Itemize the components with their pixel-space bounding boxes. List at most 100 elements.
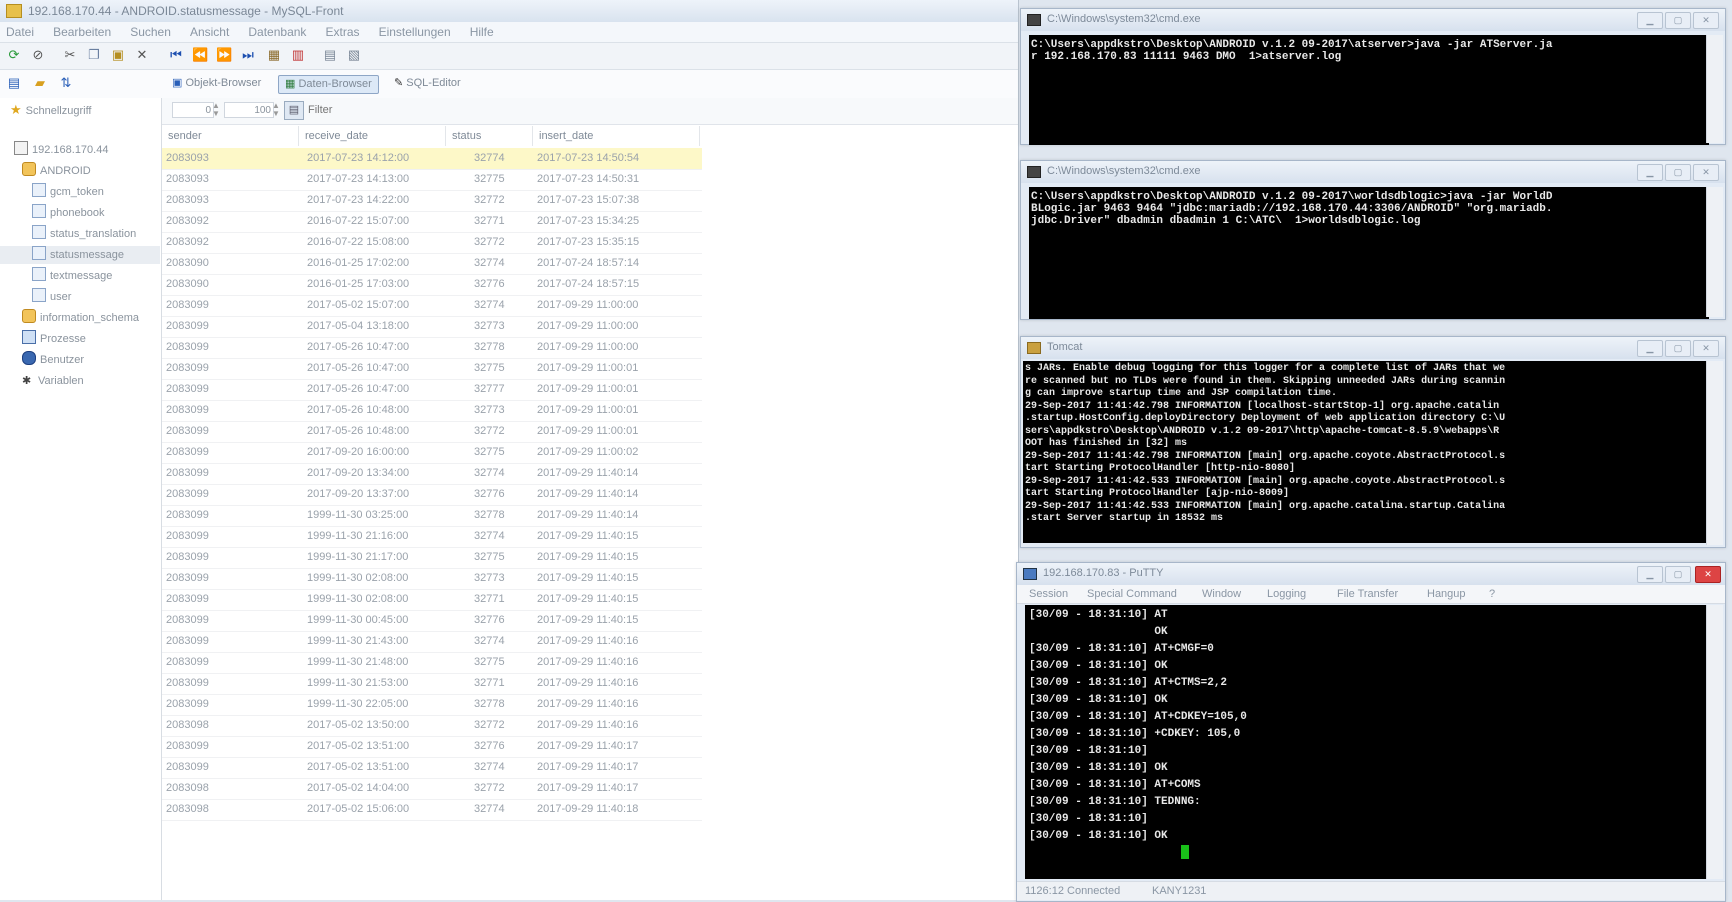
cell-insert-date[interactable]: 2017-09-29 11:40:16 [537, 673, 638, 694]
cell-sender[interactable]: 2083099 [166, 337, 209, 358]
menu-datenbank[interactable]: Datenbank [248, 25, 306, 39]
cell-receive-date[interactable]: 2017-07-23 14:13:00 [307, 169, 409, 190]
scrollbar[interactable] [1706, 187, 1723, 317]
insert-record-icon[interactable]: ▦ [266, 47, 282, 63]
cell-insert-date[interactable]: 2017-09-29 11:40:16 [537, 631, 638, 652]
tree-item-table[interactable]: gcm_token [32, 183, 104, 201]
cut-icon[interactable]: ✂ [62, 47, 78, 63]
cell-sender[interactable]: 2083099 [166, 757, 209, 778]
tree-item-table[interactable]: status_translation [32, 225, 136, 243]
cell-sender[interactable]: 2083099 [166, 400, 209, 421]
cell-receive-date[interactable]: 2017-05-04 13:18:00 [307, 316, 409, 337]
menu-suchen[interactable]: Suchen [130, 25, 171, 39]
table-row[interactable]: 2083099 2017-05-02 13:51:00 32776 2017-09-2… [162, 736, 702, 758]
menu-extras[interactable]: Extras [325, 25, 359, 39]
tree-item-table[interactable]: textmessage [32, 267, 112, 285]
cell-insert-date[interactable]: 2017-09-29 11:40:16 [537, 652, 638, 673]
tree-item-table[interactable]: phonebook [32, 204, 104, 222]
column-header-status[interactable]: status [446, 126, 533, 146]
cell-status[interactable]: 32774 [474, 148, 505, 169]
cell-sender[interactable]: 2083099 [166, 526, 209, 547]
table-row[interactable]: 2083099 2017-05-02 13:51:00 32774 2017-09-2… [162, 757, 702, 779]
cell-receive-date[interactable]: 1999-11-30 21:16:00 [307, 526, 408, 547]
cell-status[interactable]: 32774 [474, 757, 505, 778]
cell-insert-date[interactable]: 2017-09-29 11:40:18 [537, 799, 638, 820]
table-row[interactable]: 2083093 2017-07-23 14:13:00 32775 2017-07-2… [162, 169, 702, 191]
tree-item-database[interactable]: ANDROID [22, 162, 91, 180]
scrollbar[interactable] [1706, 361, 1723, 545]
sql-editor-button[interactable]: ✎ SQL-Editor [388, 75, 467, 92]
cell-sender[interactable]: 2083099 [166, 673, 209, 694]
cell-insert-date[interactable]: 2017-09-29 11:40:15 [537, 589, 638, 610]
cell-status[interactable]: 32775 [474, 652, 505, 673]
cell-insert-date[interactable]: 2017-09-29 11:40:14 [537, 484, 638, 505]
menu-session[interactable]: Session [1029, 588, 1068, 600]
cell-receive-date[interactable]: 2017-05-26 10:48:00 [307, 400, 409, 421]
cell-status[interactable]: 32775 [474, 442, 505, 463]
limit-toggle-icon[interactable]: ▤ [284, 101, 304, 120]
tree-item-variables[interactable]: ✱ Variablen [22, 372, 84, 390]
last-record-icon[interactable]: ⏭ [240, 47, 256, 63]
cell-sender[interactable]: 2083099 [166, 610, 209, 631]
cell-sender[interactable]: 2083093 [166, 190, 209, 211]
console-output[interactable]: s JARs. Enable debug logging for this lo… [1023, 361, 1707, 543]
table-row[interactable]: 2083093 2017-07-23 14:22:00 32772 2017-07-2… [162, 190, 702, 212]
table-row[interactable]: 2083099 2017-05-26 10:47:00 32778 2017-09-2… [162, 337, 702, 359]
table-row[interactable]: 2083099 2017-09-20 13:37:00 32776 2017-09-2… [162, 484, 702, 506]
cell-sender[interactable]: 2083093 [166, 169, 209, 190]
paste-icon[interactable]: ▣ [110, 47, 126, 63]
table-row[interactable]: 2083099 1999-11-30 21:17:00 32775 2017-09-2… [162, 547, 702, 569]
copy-icon[interactable]: ❐ [86, 47, 102, 63]
cell-insert-date[interactable]: 2017-09-29 11:00:00 [537, 295, 638, 316]
cell-receive-date[interactable]: 2017-09-20 16:00:00 [307, 442, 409, 463]
cell-insert-date[interactable]: 2017-07-23 15:35:15 [537, 232, 639, 253]
cell-receive-date[interactable]: 2017-09-20 13:34:00 [307, 463, 409, 484]
table-row[interactable]: 2083099 1999-11-30 02:08:00 32771 2017-09-2… [162, 589, 702, 611]
cell-sender[interactable]: 2083092 [166, 232, 209, 253]
cell-insert-date[interactable]: 2017-09-29 11:00:00 [537, 316, 638, 337]
table-row[interactable]: 2083099 1999-11-30 02:08:00 32773 2017-09-2… [162, 568, 702, 590]
cell-sender[interactable]: 2083092 [166, 211, 209, 232]
table-row[interactable]: 2083093 2017-07-23 14:12:00 32774 2017-07-2… [162, 148, 702, 170]
minimize-icon[interactable]: ▁ [1637, 340, 1663, 357]
cell-status[interactable]: 32778 [474, 694, 505, 715]
cell-receive-date[interactable]: 1999-11-30 21:53:00 [307, 673, 408, 694]
table-row[interactable]: 2083090 2016-01-25 17:02:00 32774 2017-07-2… [162, 253, 702, 275]
close-icon[interactable]: ✕ [1695, 566, 1721, 583]
cell-receive-date[interactable]: 2017-05-26 10:47:00 [307, 379, 409, 400]
menu-hilfe[interactable]: Hilfe [470, 25, 494, 39]
tree-item-host[interactable]: 192.168.170.44 [14, 141, 108, 159]
cell-status[interactable]: 32771 [474, 673, 505, 694]
table-row[interactable]: 2083099 2017-05-04 13:18:00 32773 2017-09-2… [162, 316, 702, 338]
column-header-insert-date[interactable]: insert_date [533, 126, 700, 146]
cell-status[interactable]: 32773 [474, 568, 505, 589]
cell-status[interactable]: 32772 [474, 778, 505, 799]
cell-insert-date[interactable]: 2017-07-23 15:07:38 [537, 190, 639, 211]
cell-status[interactable]: 32776 [474, 736, 505, 757]
table-row[interactable]: 2083099 1999-11-30 00:45:00 32776 2017-09-2… [162, 610, 702, 632]
delete-record-icon[interactable]: ▥ [290, 47, 306, 63]
cell-status[interactable]: 32774 [474, 799, 505, 820]
tree-item-table-selected[interactable]: statusmessage [0, 246, 160, 264]
cell-insert-date[interactable]: 2017-09-29 11:40:17 [537, 757, 638, 778]
cell-status[interactable]: 32775 [474, 547, 505, 568]
table-row[interactable]: 2083099 2017-05-26 10:48:00 32773 2017-09-2… [162, 400, 702, 422]
cell-sender[interactable]: 2083099 [166, 694, 209, 715]
cell-receive-date[interactable]: 2016-07-22 15:07:00 [307, 211, 409, 232]
cell-sender[interactable]: 2083099 [166, 652, 209, 673]
menu-ansicht[interactable]: Ansicht [190, 25, 229, 39]
cell-status[interactable]: 32771 [474, 589, 505, 610]
cell-sender[interactable]: 2083099 [166, 568, 209, 589]
cell-status[interactable]: 32778 [474, 337, 505, 358]
cell-insert-date[interactable]: 2017-07-23 15:34:25 [537, 211, 639, 232]
cell-status[interactable]: 32777 [474, 379, 505, 400]
maximize-icon[interactable]: ▢ [1665, 566, 1691, 583]
cell-insert-date[interactable]: 2017-09-29 11:40:16 [537, 694, 638, 715]
cell-receive-date[interactable]: 1999-11-30 00:45:00 [307, 610, 408, 631]
menu-bearbeiten[interactable]: Bearbeiten [53, 25, 111, 39]
cell-insert-date[interactable]: 2017-07-24 18:57:15 [537, 274, 639, 295]
cell-status[interactable]: 32774 [474, 631, 505, 652]
table-row[interactable]: 2083099 1999-11-30 21:43:00 32774 2017-09-2… [162, 631, 702, 653]
cell-status[interactable]: 32772 [474, 190, 505, 211]
menu-logging[interactable]: Logging [1267, 588, 1306, 600]
